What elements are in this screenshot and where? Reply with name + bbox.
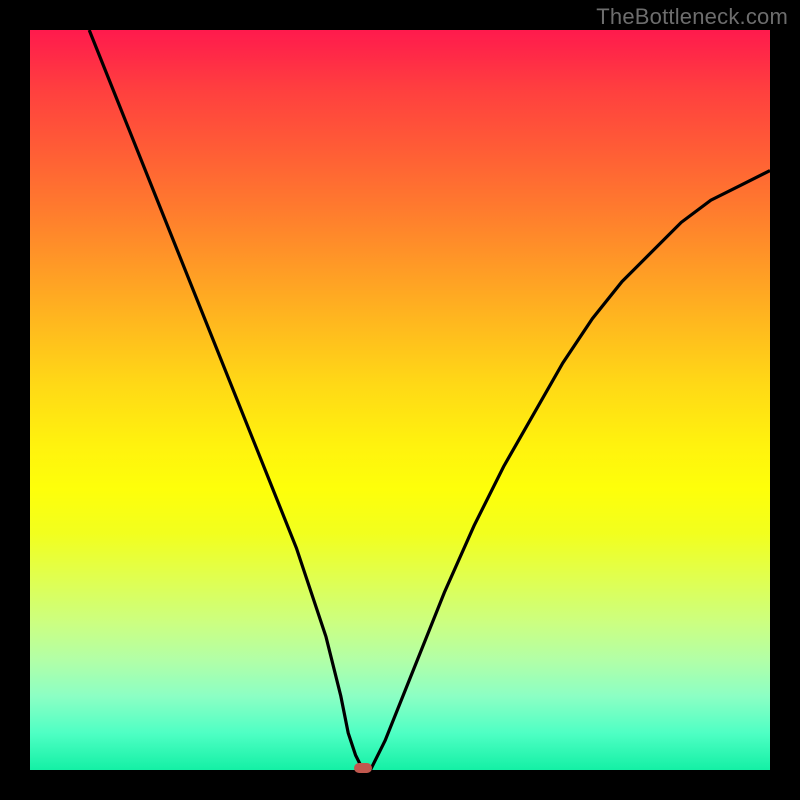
bottleneck-curve bbox=[30, 30, 770, 770]
minimum-marker bbox=[354, 763, 372, 773]
chart-frame: TheBottleneck.com bbox=[0, 0, 800, 800]
watermark-text: TheBottleneck.com bbox=[596, 4, 788, 30]
